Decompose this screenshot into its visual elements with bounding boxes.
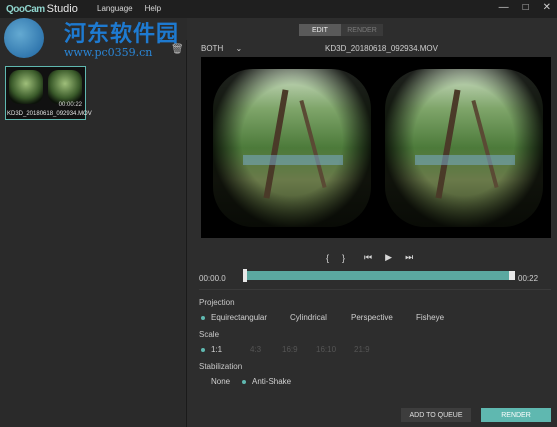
- option-label: Anti-Shake: [252, 377, 292, 386]
- scale-option-4-3[interactable]: 4:3: [240, 345, 261, 354]
- section-divider: [199, 289, 551, 290]
- timeline-end-handle[interactable]: [509, 271, 515, 280]
- preview-right-eye: [385, 69, 543, 227]
- projection-option-cylindrical[interactable]: Cylindrical: [280, 313, 327, 322]
- menu-bar: Language Help: [97, 4, 161, 13]
- close-icon[interactable]: ✕: [543, 2, 551, 13]
- mark-in-icon[interactable]: {: [326, 253, 329, 263]
- projection-option-perspective[interactable]: Perspective: [341, 313, 393, 322]
- trash-icon[interactable]: 🗑: [171, 44, 184, 55]
- video-preview[interactable]: [201, 57, 551, 238]
- timeline-track[interactable]: [243, 269, 515, 282]
- preview-left-eye: [213, 69, 371, 227]
- radio-unselected-icon: [240, 348, 244, 352]
- thumbnail-right-eye: [48, 70, 82, 104]
- radio-selected-icon: [201, 315, 205, 320]
- option-label: Fisheye: [416, 313, 445, 322]
- tab-render[interactable]: RENDER: [341, 24, 383, 36]
- stabilization-option-anti-shake[interactable]: Anti-Shake: [242, 377, 291, 386]
- logo-mark: QooCam: [6, 3, 45, 15]
- projection-label: Projection: [199, 298, 235, 307]
- chevron-down-icon: ⌄: [235, 44, 243, 53]
- add-to-queue-button[interactable]: ADD TO QUEUE: [401, 408, 471, 422]
- option-label: 4:3: [250, 345, 262, 354]
- stabilization-label: Stabilization: [199, 362, 243, 371]
- thumbnail-filename: KD3D_20180618_092934.MOV: [7, 111, 92, 117]
- skip-forward-icon[interactable]: ⏭: [405, 252, 413, 263]
- play-icon[interactable]: ▶: [385, 252, 392, 263]
- menu-help[interactable]: Help: [145, 4, 161, 13]
- option-label: None: [211, 377, 231, 386]
- option-label: 16:9: [282, 345, 298, 354]
- radio-selected-icon: [201, 347, 205, 352]
- tree-trunk: [435, 89, 461, 199]
- stabilization-option-none[interactable]: None: [201, 377, 230, 386]
- scale-label: Scale: [199, 330, 220, 339]
- tab-edit[interactable]: EDIT: [299, 24, 341, 36]
- fence: [415, 155, 515, 165]
- window-controls: — □ ✕: [499, 2, 551, 13]
- mode-tabs: EDIT RENDER: [299, 24, 383, 36]
- playback-controls: { } ⏮ ▶ ⏭: [326, 252, 413, 263]
- minimize-icon[interactable]: —: [499, 2, 509, 13]
- tree-trunk: [299, 100, 327, 188]
- time-start: 00:00.0: [199, 274, 226, 283]
- option-label: Equirectangular: [211, 313, 268, 322]
- scale-option-21-9[interactable]: 21:9: [344, 345, 370, 354]
- timeline-start-handle[interactable]: [243, 269, 247, 282]
- thumbnail-duration: 00:00:22: [58, 102, 82, 108]
- title-bar: QooCam Studio Language Help — □ ✕: [0, 0, 557, 18]
- option-label: 16:10: [316, 345, 337, 354]
- option-label: Perspective: [351, 313, 393, 322]
- time-end: 00:22: [518, 274, 539, 283]
- media-thumbnail[interactable]: 00:00:22 KD3D_20180618_092934.MOV: [5, 66, 92, 120]
- file-title: KD3D_20180618_092934.MOV: [325, 44, 438, 53]
- app-logo: QooCam Studio: [6, 2, 78, 16]
- radio-unselected-icon: [406, 316, 410, 320]
- projection-option-fisheye[interactable]: Fisheye: [406, 313, 444, 322]
- radio-unselected-icon: [344, 348, 348, 352]
- view-mode-dropdown[interactable]: BOTH ⌄: [201, 44, 242, 53]
- option-label: 21:9: [354, 345, 370, 354]
- projection-option-equirectangular[interactable]: Equirectangular: [201, 313, 267, 322]
- option-label: Cylindrical: [290, 313, 327, 322]
- mark-out-icon[interactable]: }: [342, 253, 345, 263]
- option-label: 1:1: [211, 345, 223, 354]
- scale-option-16-10[interactable]: 16:10: [306, 345, 336, 354]
- radio-unselected-icon: [341, 316, 345, 320]
- logo-text: Studio: [46, 3, 78, 15]
- thumbnail-left-eye: [9, 70, 43, 104]
- radio-unselected-icon: [280, 316, 284, 320]
- tree-trunk: [471, 100, 499, 188]
- fence: [243, 155, 343, 165]
- render-button[interactable]: RENDER: [481, 408, 551, 422]
- radio-selected-icon: [242, 379, 246, 384]
- scale-option-1-1[interactable]: 1:1: [201, 345, 222, 354]
- scale-option-16-9[interactable]: 16:9: [272, 345, 298, 354]
- radio-unselected-icon: [201, 380, 205, 384]
- skip-back-icon[interactable]: ⏮: [364, 252, 372, 263]
- view-mode-label: BOTH: [201, 44, 224, 53]
- tree-trunk: [263, 89, 289, 199]
- radio-unselected-icon: [272, 348, 276, 352]
- radio-unselected-icon: [306, 348, 310, 352]
- menu-language[interactable]: Language: [97, 4, 133, 13]
- maximize-icon[interactable]: □: [523, 2, 529, 13]
